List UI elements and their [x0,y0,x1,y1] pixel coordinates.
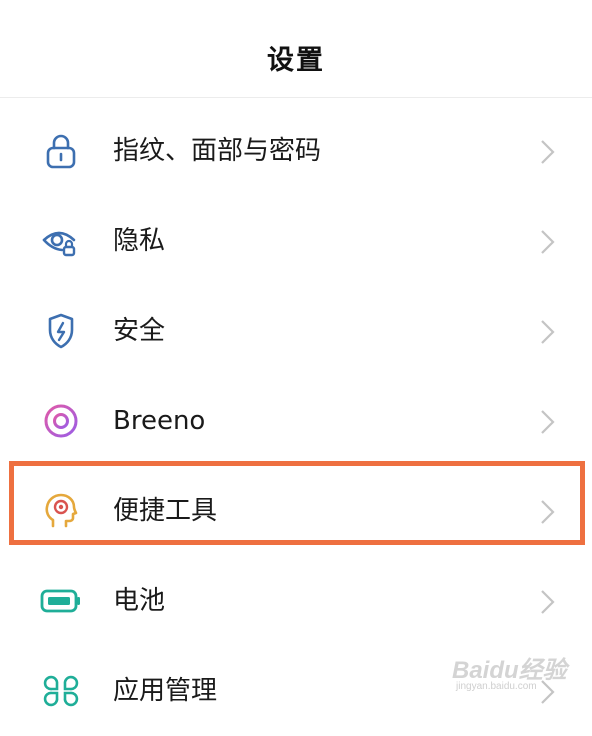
settings-item-label: 便捷工具 [113,496,218,526]
settings-item-fingerprint-face-password[interactable]: 指纹、面部与密码 [0,106,592,196]
chevron-right-icon [537,589,557,615]
chevron-right-icon [537,409,557,435]
chevron-right-icon [537,679,557,705]
page-title: 设置 [267,45,325,76]
settings-item-label: Breeno [113,406,206,436]
battery-icon [40,583,82,619]
privacy-eye-icon [40,223,82,259]
chevron-right-icon [537,319,557,345]
settings-item-app-management[interactable]: 应用管理 [0,646,592,736]
settings-item-label: 应用管理 [113,676,218,706]
settings-item-convenience-tools[interactable]: 便捷工具 [0,466,592,556]
chevron-right-icon [537,139,557,165]
header-bar: 设置 [0,0,592,98]
settings-item-label: 安全 [113,316,166,346]
lock-icon [40,133,82,169]
settings-item-breeno[interactable]: Breeno [0,376,592,466]
settings-item-privacy[interactable]: 隐私 [0,196,592,286]
chevron-right-icon [537,229,557,255]
settings-item-label: 隐私 [113,226,166,256]
security-shield-icon [40,313,82,349]
app-management-icon [40,673,82,709]
settings-item-label: 指纹、面部与密码 [113,136,322,166]
settings-item-label: 电池 [113,586,166,616]
chevron-right-icon [537,499,557,525]
settings-item-security[interactable]: 安全 [0,286,592,376]
breeno-icon [40,403,82,439]
settings-item-battery[interactable]: 电池 [0,556,592,646]
convenience-tools-icon [40,493,82,529]
